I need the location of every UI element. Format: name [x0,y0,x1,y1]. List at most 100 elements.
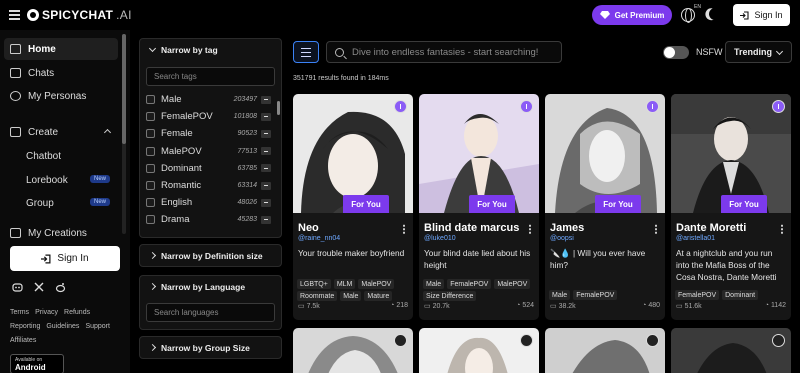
sort-select[interactable]: Trending [725,41,792,63]
character-name[interactable]: Blind date marcus [424,222,519,234]
sidebar-item-lorebook[interactable]: Lorebook New [26,170,118,190]
privacy-link[interactable]: Privacy [35,309,58,316]
character-card[interactable]: For You Blind date marcus @luke010 Your bli… [419,94,539,320]
reddit-icon[interactable] [55,282,66,293]
character-tag[interactable]: FemalePOV [447,279,492,289]
character-tag[interactable]: MalePOV [494,279,531,289]
exclude-tag-button[interactable] [261,215,271,224]
info-icon[interactable] [772,100,785,113]
tag-checkbox[interactable] [146,181,155,191]
info-icon[interactable] [394,334,407,347]
sign-in-button[interactable]: Sign In [733,4,790,26]
logo[interactable]: SPICYCHAT .AI [27,8,132,22]
character-name[interactable]: Neo [298,222,319,234]
filter-toggle-button[interactable] [293,41,319,63]
character-tag[interactable]: Male [549,290,571,300]
character-name[interactable]: Dante Moretti [676,222,746,234]
exclude-tag-button[interactable] [261,147,271,156]
language-search-input[interactable]: Search languages [146,303,275,322]
language-filter-header[interactable]: Narrow by Language [140,276,281,297]
character-card[interactable]: For You James @oopsi 🔪💧 | Will you ever hav… [545,94,665,320]
tag-filter-header[interactable]: Narrow by tag [140,39,281,60]
tag-checkbox[interactable] [146,198,155,208]
character-tag[interactable]: MLM [333,279,356,289]
support-link[interactable]: Support [85,323,110,330]
globe-icon[interactable] [681,8,695,23]
tag-filter-row[interactable]: Male 203497 [140,91,281,108]
info-icon[interactable] [772,334,785,347]
exclude-tag-button[interactable] [261,164,271,173]
more-options-icon[interactable] [781,224,783,234]
sidebar-item-my-personas[interactable]: My Personas [4,85,118,107]
character-card[interactable] [671,328,791,373]
exclude-tag-button[interactable] [261,95,271,104]
more-options-icon[interactable] [403,224,405,234]
tag-filter-row[interactable]: Female 90523 [140,125,281,142]
info-icon[interactable] [394,100,407,113]
character-card[interactable] [293,328,413,373]
x-twitter-icon[interactable] [34,282,44,292]
tag-list-scrollbar[interactable] [277,101,280,115]
tag-filter-row[interactable]: Romantic 63314 [140,177,281,194]
creator-link[interactable]: @luke010 [424,235,456,242]
group-size-filter-header[interactable]: Narrow by Group Size [140,337,281,358]
tag-filter-row[interactable]: Dominant 63785 [140,160,281,177]
tag-search-input[interactable]: Search tags [146,67,275,86]
character-tag[interactable]: MalePOV [358,279,395,289]
sidebar-scrollbar[interactable] [122,34,126,234]
info-icon[interactable] [646,100,659,113]
terms-link[interactable]: Terms [10,309,29,316]
character-card[interactable] [419,328,539,373]
info-icon[interactable] [646,334,659,347]
character-card[interactable]: For You Neo @raine_nn04 Your trouble maker … [293,94,413,320]
discord-icon[interactable] [12,282,23,293]
info-icon[interactable] [520,334,533,347]
more-options-icon[interactable] [655,224,657,234]
guidelines-link[interactable]: Guidelines [46,323,79,330]
character-card[interactable] [545,328,665,373]
reporting-link[interactable]: Reporting [10,323,40,330]
definition-filter-box[interactable]: Narrow by Definition size [139,244,282,267]
group-size-filter-box[interactable]: Narrow by Group Size [139,336,282,359]
tag-filter-row[interactable]: English 48026 [140,194,281,211]
tag-checkbox[interactable] [146,163,155,173]
character-tag[interactable]: Male [340,291,362,301]
character-tag[interactable]: FemalePOV [573,290,618,300]
tag-checkbox[interactable] [146,112,155,122]
exclude-tag-button[interactable] [261,112,271,121]
refunds-link[interactable]: Refunds [64,309,90,316]
info-icon[interactable] [520,100,533,113]
affiliates-link[interactable]: Affiliates [10,337,36,344]
tag-filter-row[interactable]: MalePOV 77513 [140,143,281,160]
character-tag[interactable]: Size Difference [423,291,477,301]
sidebar-item-create[interactable]: Create [4,121,118,143]
definition-filter-header[interactable]: Narrow by Definition size [140,245,281,266]
character-tag[interactable]: Male [423,279,445,289]
moon-icon[interactable] [707,6,723,22]
character-tag[interactable]: Dominant [722,290,759,300]
more-options-icon[interactable] [529,224,531,234]
sidebar-item-chatbot[interactable]: Chatbot [26,146,118,166]
character-tag[interactable]: FemalePOV [675,290,720,300]
creator-link[interactable]: @aristella01 [676,235,715,242]
character-name[interactable]: James [550,222,584,234]
sidebar-item-group[interactable]: Group New [26,193,118,213]
sidebar-item-home[interactable]: Home [4,38,118,60]
creator-link[interactable]: @oopsi [550,235,574,242]
tag-checkbox[interactable] [146,215,155,225]
sidebar-sign-in-button[interactable]: Sign In [10,246,120,271]
tag-filter-row[interactable]: Drama 45283 [140,211,281,228]
nsfw-toggle[interactable] [663,46,689,59]
tag-checkbox[interactable] [146,95,155,105]
character-tag[interactable]: LGBTQ+ [297,279,331,289]
character-card[interactable]: For You Dante Moretti @aristella01 At a nig… [671,94,791,320]
tag-filter-row[interactable]: FemalePOV 101808 [140,108,281,125]
exclude-tag-button[interactable] [261,129,271,138]
exclude-tag-button[interactable] [261,198,271,207]
tag-checkbox[interactable] [146,146,155,156]
character-tag[interactable]: Mature [364,291,393,301]
exclude-tag-button[interactable] [261,181,271,190]
sidebar-item-chats[interactable]: Chats [4,62,118,84]
character-tag[interactable]: Roommate [297,291,338,301]
search-input[interactable]: Dive into endless fantasies - start sear… [326,41,562,63]
